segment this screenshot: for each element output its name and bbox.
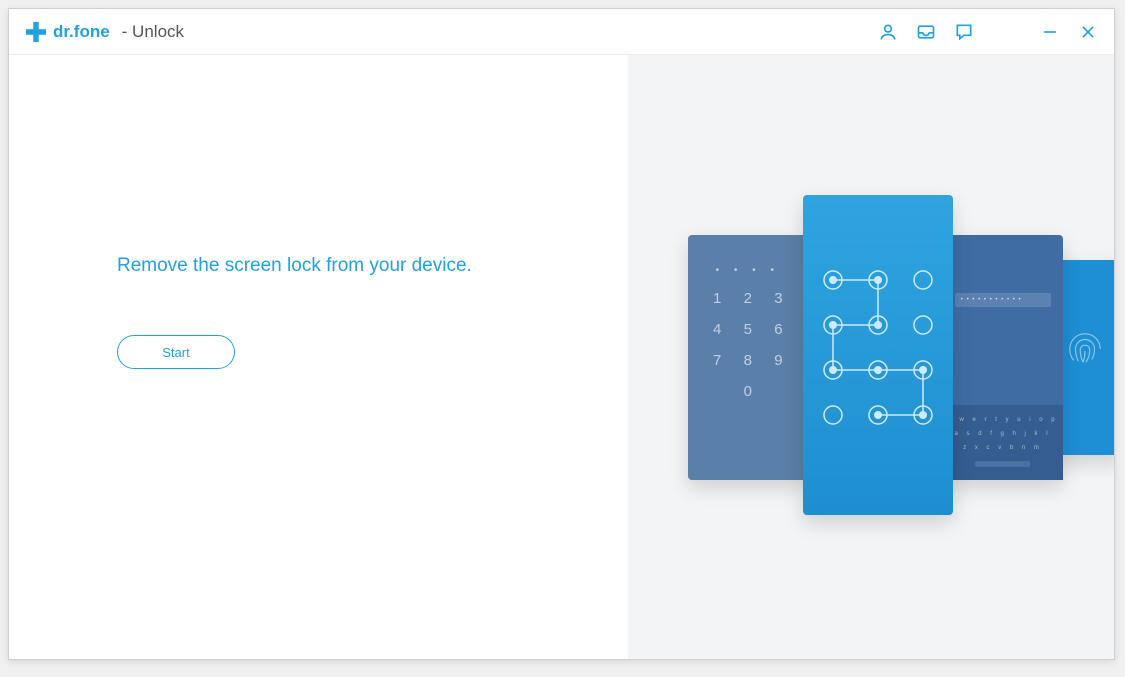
start-button[interactable]: Start [117,335,235,369]
pin-key: 3 [763,290,794,307]
password-masked: • • • • • • • • • • • [961,297,1022,303]
app-name-label: dr.fone [53,22,110,42]
headline-text: Remove the screen lock from your device. [117,255,628,277]
illustration-pattern-phone [803,195,953,515]
close-icon[interactable] [1078,22,1098,42]
kbd-row: a s d f g h j k l [943,427,1063,441]
left-pane: Remove the screen lock from your device.… [9,55,628,659]
pattern-lock-icon [803,250,953,470]
password-field-illustration: • • • • • • • • • • • [955,293,1051,307]
phone-illustration: • • • • 1 2 3 4 5 6 7 8 9 0 [628,185,1114,545]
illustration-pin-phone: • • • • 1 2 3 4 5 6 7 8 9 0 [688,235,808,480]
module-name-label: - Unlock [122,22,184,42]
kbd-row: z x c v b n m [943,441,1063,455]
account-icon[interactable] [878,22,898,42]
start-button-label: Start [162,345,189,360]
keyboard-illustration: q w e r t y u i o p a s d f g h j k l z … [943,405,1063,480]
feedback-icon[interactable] [954,22,974,42]
app-window: dr.fone - Unlock [8,8,1115,660]
pin-keypad: 1 2 3 4 5 6 7 8 9 0 [688,290,808,400]
pin-key: 4 [702,321,733,338]
illustration-password-phone: • • • • • • • • • • • q w e r t y u i o … [943,235,1063,480]
pin-key: 9 [763,352,794,369]
pin-key: 1 [702,290,733,307]
pin-key: 5 [732,321,763,338]
app-logo-group: dr.fone - Unlock [25,21,184,43]
right-pane: • • • • 1 2 3 4 5 6 7 8 9 0 [628,55,1114,659]
minimize-icon[interactable] [1040,22,1060,42]
drfone-logo-icon [25,21,47,43]
fingerprint-icon [1066,330,1104,368]
inbox-icon[interactable] [916,22,936,42]
content-area: Remove the screen lock from your device.… [9,55,1114,659]
pin-key: 8 [732,352,763,369]
kbd-spacebar [975,461,1030,467]
pin-key: 6 [763,321,794,338]
titlebar-actions [878,22,1098,42]
pin-key: 0 [732,383,763,400]
pin-dots: • • • • [688,265,808,276]
titlebar: dr.fone - Unlock [9,9,1114,55]
pin-key: 7 [702,352,733,369]
kbd-row: q w e r t y u i o p [943,413,1063,427]
pin-key: 2 [732,290,763,307]
